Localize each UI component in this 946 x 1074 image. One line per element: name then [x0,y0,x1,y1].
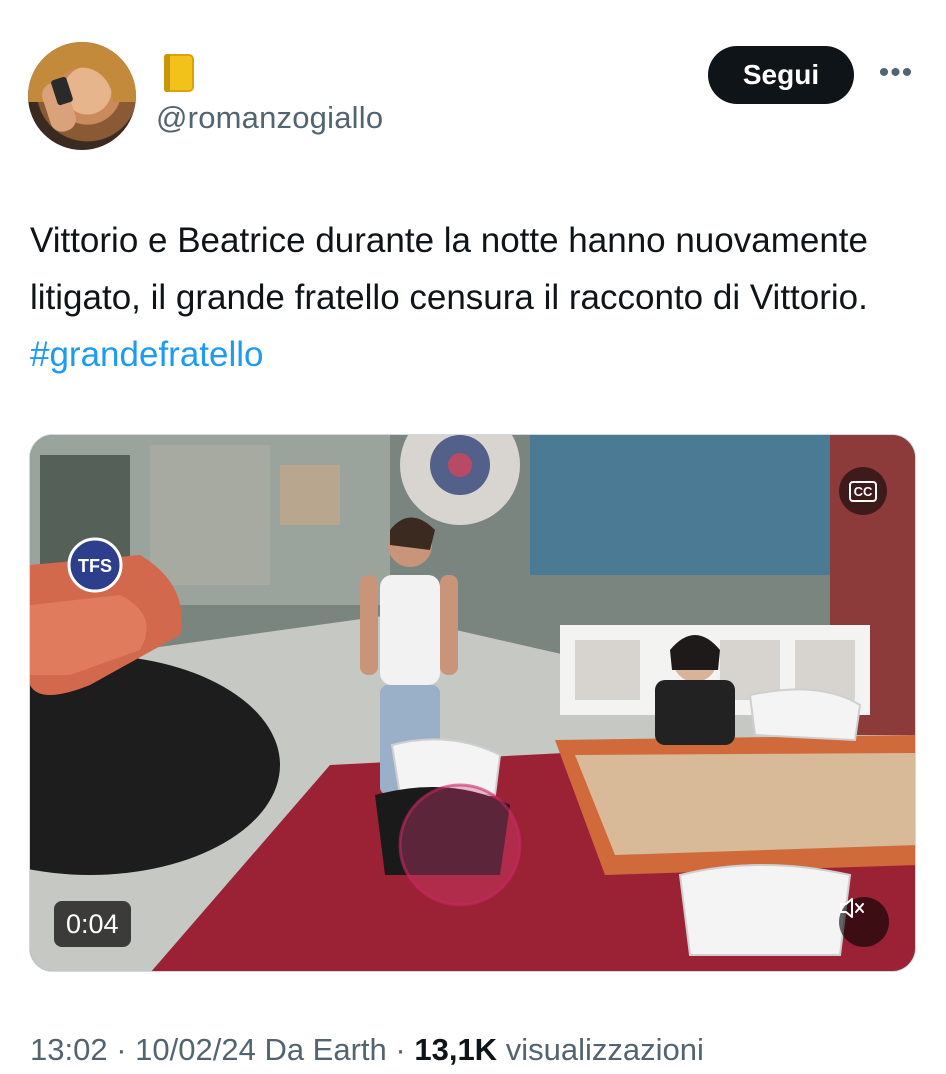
more-options-icon[interactable]: ••• [874,58,918,88]
tweet-time[interactable]: 13:02 [30,1032,108,1067]
tweet-source: Da Earth [264,1032,387,1067]
follow-button[interactable]: Segui [708,46,854,104]
notebook-emoji-icon[interactable] [160,52,198,94]
tweet-date[interactable]: 10/02/24 [135,1032,256,1067]
speaker-muted-icon[interactable] [839,897,889,947]
captions-icon[interactable]: CC [839,467,887,515]
tfs-logo-icon: TFS [67,537,123,593]
tweet-meta: 13:02 · 10/02/24 Da Earth · 13,1K visual… [30,1032,704,1067]
tweet-body: Vittorio e Beatrice durante la notte han… [30,221,868,317]
video-duration: 0:04 [54,901,131,947]
tfs-logo-text: TFS [78,556,112,576]
tweet-text: Vittorio e Beatrice durante la notte han… [30,212,920,383]
video-frame [30,435,915,971]
views-count: 13,1K [414,1032,498,1067]
avatar[interactable] [28,42,136,150]
video-player[interactable]: TFS CC 0:04 [29,434,916,972]
views-label: visualizzazioni [505,1032,704,1067]
author-handle[interactable]: @romanzogiallo [156,100,383,136]
hashtag-link[interactable]: #grandefratello [30,335,264,374]
